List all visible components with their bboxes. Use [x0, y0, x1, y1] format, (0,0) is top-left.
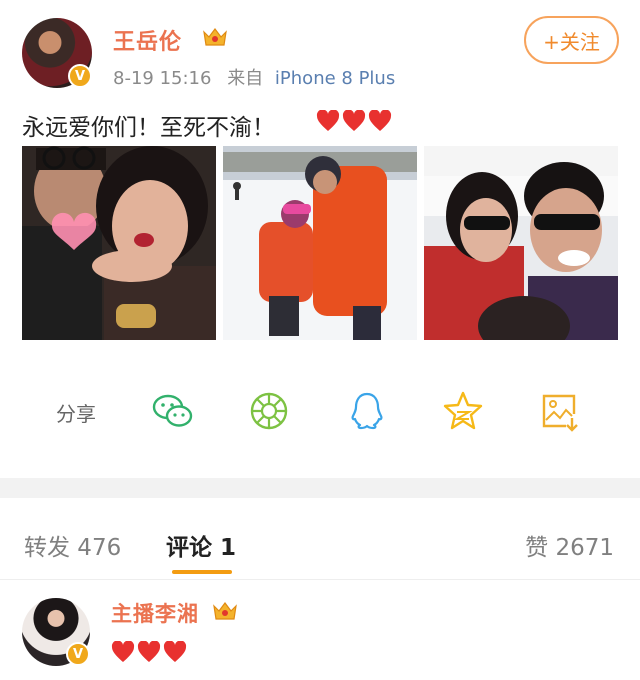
post-photo-2[interactable] [223, 146, 417, 340]
post-photo-1[interactable] [22, 146, 216, 340]
qq-icon[interactable] [344, 388, 390, 434]
active-tab-indicator [172, 570, 232, 574]
comment-item [0, 580, 640, 680]
post-meta: 8-19 15:16 来自 iPhone 8 Plus [113, 64, 395, 90]
crown-icon [203, 28, 227, 46]
heart-icon [163, 641, 187, 662]
post-from: 来自 [227, 68, 264, 89]
photo-2-illustration [223, 146, 417, 340]
verified-badge: V [68, 64, 92, 88]
interaction-tabs: 转发 476 评论 1 赞 2671 [0, 498, 640, 580]
save-image-icon[interactable] [536, 388, 582, 434]
weibo-post: V 王岳伦 8-19 15:16 来自 iPhone 8 Plus +关注 永远… [0, 0, 640, 478]
share-label: 分享 [56, 402, 96, 426]
photo-3-illustration [424, 146, 618, 340]
post-time: 8-19 15:16 [113, 68, 212, 89]
moments-icon[interactable] [246, 388, 292, 434]
photo-1-illustration [22, 146, 216, 340]
comment-hearts [111, 641, 187, 663]
heart-icon [111, 641, 135, 662]
commenter-verified-badge: V [66, 642, 90, 666]
section-divider [0, 478, 640, 498]
share-bar: 分享 [0, 384, 640, 436]
post-hearts [316, 110, 392, 132]
heart-icon [342, 110, 366, 131]
post-photo-3[interactable] [424, 146, 618, 340]
qzone-star-icon[interactable] [440, 388, 486, 434]
post-text: 永远爱你们！至死不渝！ [22, 115, 275, 141]
heart-icon [368, 110, 392, 131]
tab-comment[interactable]: 评论 1 [166, 528, 236, 562]
post-source[interactable]: iPhone 8 Plus [275, 68, 395, 89]
follow-button[interactable]: +关注 [524, 16, 619, 64]
commenter-name[interactable]: 主播李湘 [111, 598, 199, 628]
author-name[interactable]: 王岳伦 [113, 24, 182, 56]
heart-icon [137, 641, 161, 662]
tab-like[interactable]: 赞 2671 [525, 528, 614, 562]
wechat-icon[interactable] [150, 388, 196, 434]
tab-repost[interactable]: 转发 476 [24, 528, 121, 562]
crown-icon [213, 602, 237, 620]
heart-icon [316, 110, 340, 131]
